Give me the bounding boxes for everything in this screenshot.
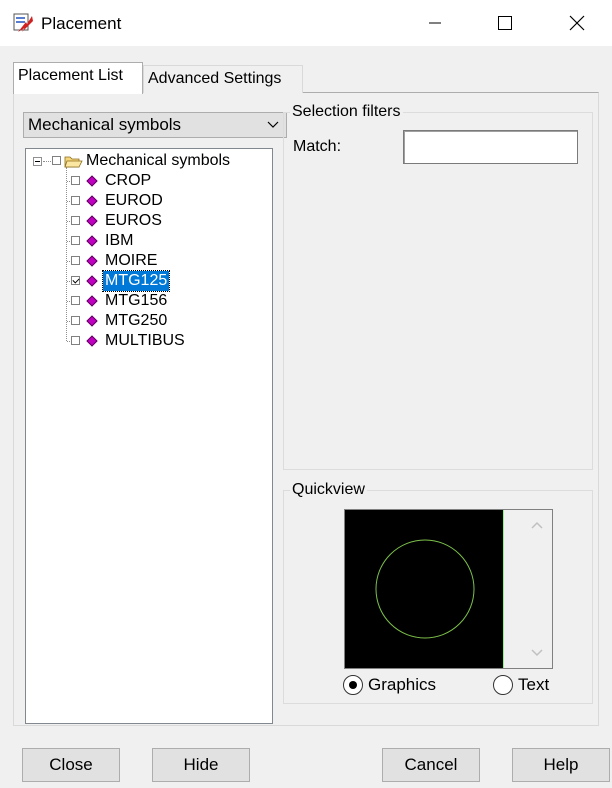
scroll-up-icon[interactable]	[530, 520, 544, 530]
tree-root-label: Mechanical symbols	[86, 152, 231, 169]
symbol-icon	[86, 315, 98, 327]
tree-item-label: IBM	[105, 232, 134, 249]
tree-item-mtg156[interactable]: MTG156	[26, 291, 272, 311]
tree-item-eurod[interactable]: EUROD	[26, 191, 272, 211]
close-button[interactable]: Close	[22, 748, 120, 782]
window-title: Placement	[41, 14, 122, 33]
symbol-icon	[86, 235, 98, 247]
preview-scrollbar[interactable]	[503, 510, 552, 668]
graphics-radio-label: Graphics	[368, 675, 437, 694]
open-folder-icon	[64, 156, 83, 168]
quickview-title: Quickview	[290, 481, 367, 499]
scroll-down-icon[interactable]	[530, 648, 544, 658]
match-label: Match:	[293, 138, 342, 155]
symbol-icon	[86, 215, 98, 227]
tree-item-multibus[interactable]: MULTIBUS	[26, 331, 272, 351]
hide-button[interactable]: Hide	[152, 748, 250, 782]
placement-app-icon	[13, 13, 33, 32]
minimize-icon	[429, 22, 441, 24]
category-dropdown-value: Mechanical symbols	[28, 115, 182, 134]
maximize-icon	[498, 16, 512, 30]
selection-filters-group	[283, 112, 593, 470]
cancel-button[interactable]: Cancel	[382, 748, 480, 782]
tree-item-checkbox[interactable]	[71, 296, 80, 305]
symbol-icon	[86, 335, 98, 347]
chevron-down-icon	[267, 121, 279, 128]
text-radio-option[interactable]: Text	[493, 675, 573, 697]
tree-item-label: CROP	[105, 172, 152, 189]
close-icon	[569, 15, 585, 31]
tree-item-mtg250[interactable]: MTG250	[26, 311, 272, 331]
preview-circle	[375, 539, 475, 639]
symbol-tree[interactable]: Mechanical symbols CROP EUROD EUROS IBM …	[25, 148, 273, 724]
tree-item-moire[interactable]: MOIRE	[26, 251, 272, 271]
text-radio[interactable]	[493, 675, 513, 695]
tree-root-checkbox[interactable]	[52, 156, 61, 165]
tree-item-ibm[interactable]: IBM	[26, 231, 272, 251]
tree-item-checkbox[interactable]	[71, 336, 80, 345]
tree-item-label: EUROD	[105, 192, 163, 209]
collapse-icon[interactable]	[33, 157, 42, 166]
graphics-radio-option[interactable]: Graphics	[343, 675, 453, 697]
tree-item-label: EUROS	[105, 212, 162, 229]
tree-item-checkbox[interactable]	[71, 316, 80, 325]
tree-item-euros[interactable]: EUROS	[26, 211, 272, 231]
maximize-button[interactable]	[470, 0, 540, 46]
symbol-icon	[86, 195, 98, 207]
graphics-radio[interactable]	[343, 675, 363, 695]
tree-item-checkbox[interactable]	[71, 196, 80, 205]
selection-filters-title: Selection filters	[290, 103, 403, 121]
tree-item-label-selected: MTG125	[101, 270, 171, 292]
tree-item-checkbox[interactable]	[71, 236, 80, 245]
tree-root-mechanical-symbols[interactable]: Mechanical symbols	[26, 151, 272, 171]
symbol-icon	[86, 175, 98, 187]
minimize-button[interactable]	[400, 0, 470, 46]
tree-item-label: MTG156	[105, 292, 168, 309]
tab-placement-list[interactable]: Placement List	[13, 62, 143, 94]
category-dropdown[interactable]: Mechanical symbols	[23, 112, 287, 138]
close-window-button[interactable]	[542, 0, 612, 46]
tab-advanced-settings[interactable]: Advanced Settings	[143, 65, 303, 93]
tree-item-label: MOIRE	[105, 252, 158, 269]
tree-item-checkbox[interactable]	[71, 176, 80, 185]
title-bar[interactable]: Placement	[0, 0, 612, 46]
symbol-icon	[86, 275, 98, 287]
tree-item-checkbox[interactable]	[71, 256, 80, 265]
tree-item-checkbox-checked[interactable]	[71, 276, 80, 285]
symbol-icon	[86, 255, 98, 267]
text-radio-label: Text	[518, 675, 550, 694]
tree-item-label: MULTIBUS	[105, 332, 185, 349]
tree-item-crop[interactable]: CROP	[26, 171, 272, 191]
symbol-icon	[86, 295, 98, 307]
tree-item-mtg125[interactable]: MTG125	[26, 270, 272, 292]
match-input[interactable]	[403, 130, 578, 164]
help-button[interactable]: Help	[512, 748, 610, 782]
tree-item-label: MTG250	[105, 312, 168, 329]
tree-item-checkbox[interactable]	[71, 216, 80, 225]
